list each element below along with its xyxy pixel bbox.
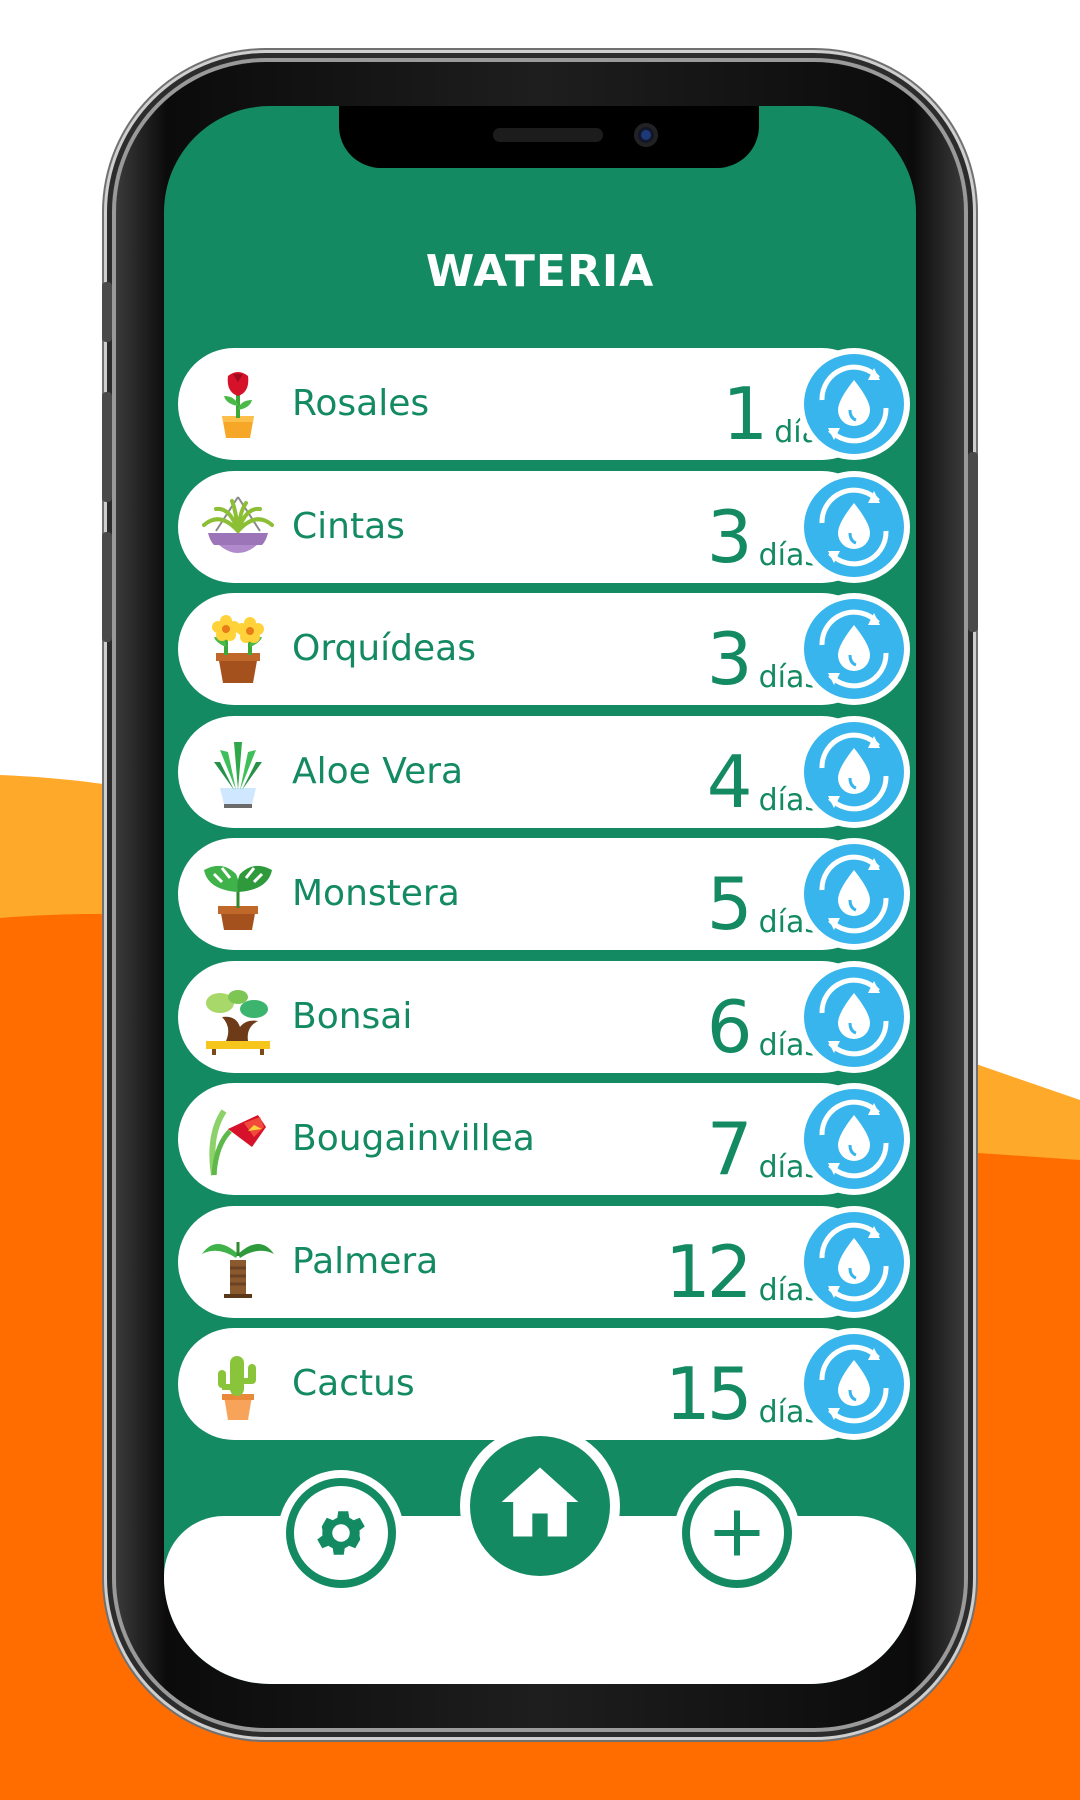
water-button[interactable]: [798, 1205, 910, 1318]
water-button[interactable]: [798, 715, 910, 828]
water-button[interactable]: [798, 470, 910, 583]
day-number: 15: [664, 1352, 753, 1436]
plant-name: Aloe Vera: [292, 750, 464, 792]
day-number: 3: [706, 494, 753, 579]
day-number: 6: [706, 984, 753, 1069]
home-icon: [501, 1467, 579, 1537]
water-refresh-icon: [804, 354, 904, 454]
plant-row[interactable]: Aloe Vera 4 días: [178, 715, 910, 828]
volume-down-button: [102, 532, 112, 642]
gear-icon: [317, 1511, 365, 1555]
phone-frame: WATERIA Rosales 1 día Cintas 3 días Orquídeas 3…: [102, 62, 978, 1728]
app-title: WATERIA: [425, 246, 655, 297]
water-refresh-icon: [804, 721, 904, 822]
water-refresh-icon: [804, 1211, 904, 1312]
plant-row[interactable]: Bougainvillea 7 días: [178, 1083, 910, 1195]
plant-row[interactable]: Monstera 5 días: [178, 838, 910, 950]
app-screen: WATERIA Rosales 1 día Cintas 3 días Orquídeas 3…: [164, 106, 916, 1684]
day-number: 12: [664, 1229, 753, 1314]
water-button[interactable]: [798, 960, 910, 1073]
mute-switch: [102, 282, 112, 342]
plant-row[interactable]: Rosales 1 día: [178, 348, 910, 460]
add-plant-button[interactable]: [674, 1470, 800, 1596]
plant-name: Monstera: [292, 873, 460, 914]
water-button[interactable]: [798, 1328, 910, 1440]
front-camera: [634, 123, 658, 147]
plant-name: Bougainvillea: [292, 1118, 535, 1159]
bougainvillea-icon: [209, 1109, 266, 1176]
home-button[interactable]: [460, 1426, 620, 1586]
plant-name: Bonsai: [292, 995, 413, 1037]
plant-name: Palmera: [292, 1240, 439, 1282]
day-number: 5: [706, 862, 753, 946]
plant-name: Orquídeas: [292, 628, 476, 669]
watering-interval: 15 días: [665, 1336, 820, 1436]
plant-row[interactable]: Cactus 15 días: [178, 1328, 910, 1440]
water-button[interactable]: [798, 838, 910, 950]
water-refresh-icon: [804, 599, 904, 699]
settings-button[interactable]: [278, 1470, 404, 1596]
water-refresh-icon: [804, 1334, 904, 1434]
spider-plant-icon: [202, 495, 274, 553]
palm-icon: [202, 1241, 274, 1298]
plant-row[interactable]: Palmera 12 días: [178, 1205, 910, 1318]
plant-row[interactable]: Bonsai 6 días: [178, 960, 910, 1073]
plant-row[interactable]: Cintas 3 días: [178, 470, 910, 583]
water-refresh-icon: [804, 966, 904, 1067]
plant-name: Rosales: [292, 383, 430, 424]
water-button[interactable]: [798, 1083, 910, 1195]
water-refresh-icon: [804, 476, 904, 577]
aloe-icon: [214, 741, 262, 808]
day-number: 3: [706, 617, 753, 701]
water-refresh-icon: [804, 844, 904, 944]
cactus-icon: [218, 1356, 256, 1420]
volume-up-button: [102, 392, 112, 502]
notch: [339, 106, 759, 168]
power-button: [968, 452, 978, 632]
water-button[interactable]: [798, 593, 910, 705]
plant-name: Cactus: [292, 1363, 415, 1404]
day-number: 4: [706, 739, 753, 824]
water-refresh-icon: [804, 1089, 904, 1189]
plus-icon: [714, 1510, 760, 1556]
speaker: [493, 128, 603, 142]
watering-interval: 12 días: [665, 1214, 820, 1314]
water-button[interactable]: [798, 348, 910, 460]
day-number: 1: [722, 372, 768, 456]
bonsai-icon: [206, 989, 270, 1055]
plant-row[interactable]: Orquídeas 3 días: [178, 593, 910, 705]
monstera-icon: [204, 865, 272, 930]
day-number: 7: [706, 1107, 753, 1191]
orchid-icon: [212, 615, 264, 683]
rose-icon: [222, 372, 254, 438]
plant-name: Cintas: [292, 505, 405, 547]
